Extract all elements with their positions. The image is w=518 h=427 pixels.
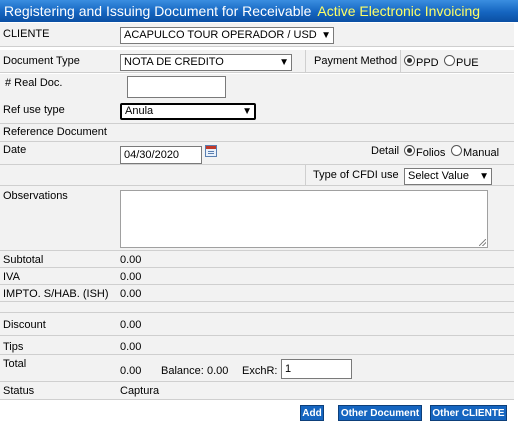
observations-label: Observations — [3, 190, 68, 202]
row-spacer — [0, 302, 514, 313]
exchr-label: ExchR: — [242, 365, 278, 377]
discount-label: Discount — [3, 319, 46, 331]
row-real-doc — [0, 74, 514, 103]
other-document-button[interactable]: Other Document — [338, 405, 422, 421]
exchr-input[interactable]: 1 — [281, 359, 352, 379]
document-type-value: NOTA DE CREDITO — [124, 56, 224, 68]
balance-label: Balance: — [161, 365, 204, 377]
payment-ppd-radio[interactable] — [404, 55, 415, 66]
detail-label: Detail — [371, 145, 400, 157]
add-button[interactable]: Add — [300, 405, 324, 421]
status-value: Captura — [120, 385, 160, 397]
cfdi-label: Type of CFDI use — [313, 169, 399, 181]
tips-label: Tips — [3, 341, 24, 353]
row-ref-use-type — [0, 101, 514, 124]
payment-ppd-label: PPD — [416, 57, 439, 69]
row-discount — [0, 313, 514, 336]
detail-folios-radio[interactable] — [404, 145, 415, 156]
cliente-label: CLIENTE — [3, 28, 50, 40]
cfdi-select[interactable]: Select Value ▼ — [404, 168, 492, 185]
ref-use-type-select[interactable]: Anula ▼ — [120, 103, 256, 120]
page-title: Registering and Issuing Document for Rec… — [4, 3, 312, 19]
date-label: Date — [3, 144, 27, 156]
chevron-down-icon: ▼ — [279, 57, 289, 68]
document-type-select[interactable]: NOTA DE CREDITO ▼ — [120, 54, 292, 71]
document-type-label: Document Type — [3, 55, 80, 67]
detail-manual-label: Manual — [463, 147, 500, 159]
row-tips — [0, 336, 514, 355]
iva-value: 0.00 — [120, 271, 142, 283]
payment-pue-radio[interactable] — [444, 55, 455, 66]
ish-value: 0.00 — [120, 288, 142, 300]
detail-folios-label: Folios — [416, 147, 446, 159]
subtotal-value: 0.00 — [120, 254, 142, 266]
row-subtotal — [0, 251, 514, 268]
cliente-value: ACAPULCO TOUR OPERADOR / USD — [124, 29, 317, 41]
subtotal-label: Subtotal — [3, 254, 44, 266]
receivable-form: Registering and Issuing Document for Rec… — [0, 0, 518, 427]
row-status — [0, 382, 514, 400]
discount-value: 0.00 — [120, 319, 142, 331]
column-divider — [305, 165, 306, 185]
title-bar: Registering and Issuing Document for Rec… — [0, 0, 518, 22]
detail-manual-radio[interactable] — [451, 145, 462, 156]
iva-label: IVA — [3, 271, 20, 283]
payment-method-label: Payment Method — [314, 55, 398, 67]
payment-pue-label: PUE — [456, 57, 479, 69]
tips-value: 0.00 — [120, 341, 142, 353]
title-accent: Active Electronic Invoicing — [317, 3, 481, 19]
real-doc-label: # Real Doc. — [5, 77, 63, 89]
total-value: 0.00 — [120, 365, 142, 377]
observations-textarea[interactable] — [120, 190, 488, 248]
calendar-icon[interactable] — [205, 145, 217, 157]
date-input[interactable]: 04/30/2020 — [120, 146, 202, 164]
column-divider — [305, 50, 306, 72]
other-cliente-button[interactable]: Other CLIENTE — [430, 405, 507, 421]
total-label: Total — [3, 358, 27, 370]
row-iva — [0, 268, 514, 285]
real-doc-input[interactable] — [127, 76, 226, 98]
ish-label: IMPTO. S/HAB. (ISH) — [3, 288, 109, 300]
chevron-down-icon: ▼ — [479, 171, 489, 182]
cliente-select[interactable]: ACAPULCO TOUR OPERADOR / USD ▼ — [120, 27, 334, 44]
ref-use-type-label: Ref use type — [3, 104, 65, 116]
chevron-down-icon: ▼ — [242, 106, 252, 117]
reference-document-label: Reference Document — [3, 126, 107, 138]
status-label: Status — [3, 385, 35, 397]
balance-value: 0.00 — [207, 365, 229, 377]
resize-handle-icon[interactable] — [479, 239, 486, 246]
chevron-down-icon: ▼ — [321, 30, 331, 41]
ref-use-type-value: Anula — [125, 105, 154, 117]
cfdi-value: Select Value — [408, 170, 469, 182]
column-divider — [400, 50, 401, 72]
